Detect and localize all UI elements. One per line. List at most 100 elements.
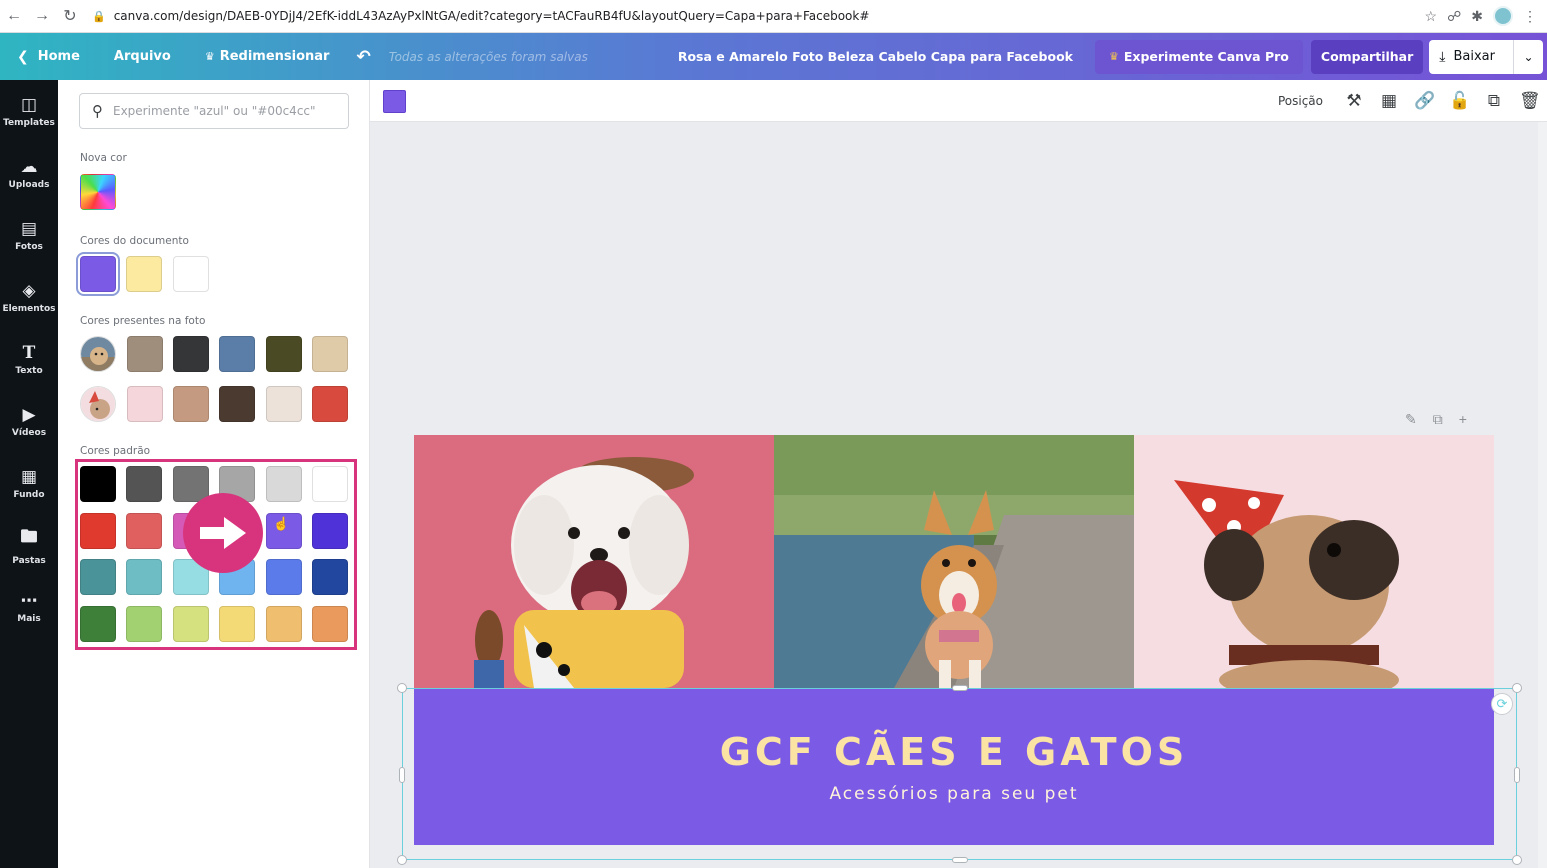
download-icon: ⤓ bbox=[1439, 48, 1446, 65]
document-color-swatch[interactable] bbox=[172, 256, 209, 292]
position-button[interactable]: Posição bbox=[1278, 94, 1323, 108]
home-button[interactable]: ❮ Home bbox=[0, 33, 97, 80]
resize-handle-left[interactable] bbox=[399, 767, 405, 783]
color-search-input[interactable]: ⚲ Experimente "azul" ou "#00c4cc" bbox=[79, 93, 349, 129]
page-tools: ✎ ⧉ + bbox=[1405, 411, 1467, 428]
trash-icon[interactable]: 🗑 bbox=[1519, 91, 1541, 111]
download-options-chevron-icon[interactable]: ⌄ bbox=[1513, 39, 1543, 74]
photo-color-swatch[interactable] bbox=[312, 336, 349, 372]
copy-page-icon[interactable]: ⧉ bbox=[1433, 411, 1443, 428]
star-icon[interactable]: ☆ bbox=[1425, 8, 1438, 25]
extension-icon[interactable]: ☍ bbox=[1447, 8, 1461, 25]
pointer-cursor-icon: ☝ bbox=[273, 516, 290, 531]
nav-templates[interactable]: ◫ Templates bbox=[0, 80, 58, 142]
nav-text[interactable]: T Texto bbox=[0, 328, 58, 390]
fill-color-button[interactable] bbox=[383, 90, 406, 113]
photo-color-swatch[interactable] bbox=[265, 386, 302, 422]
nav-uploads[interactable]: ☁ Uploads bbox=[0, 142, 58, 204]
resize-handle-right[interactable] bbox=[1514, 767, 1520, 783]
folder-icon: 🖿 bbox=[20, 527, 38, 547]
video-icon: ▶ bbox=[22, 404, 36, 425]
profile-avatar[interactable] bbox=[1493, 6, 1513, 26]
browser-menu-icon[interactable]: ⋮ bbox=[1523, 8, 1537, 25]
puzzle-icon[interactable]: ✱ bbox=[1471, 8, 1483, 25]
new-color-button[interactable] bbox=[80, 174, 116, 210]
resize-handle-top-right[interactable] bbox=[1512, 683, 1522, 693]
photo-color-swatch[interactable] bbox=[126, 336, 163, 372]
document-color-swatch[interactable] bbox=[76, 252, 120, 296]
try-pro-label: Experimente Canva Pro bbox=[1123, 49, 1289, 64]
resize-handle-bottom-right[interactable] bbox=[1512, 855, 1522, 865]
nav-label: Texto bbox=[15, 365, 43, 376]
nav-elements[interactable]: ◈ Elementos bbox=[0, 266, 58, 328]
nav-photos[interactable]: ▤ Fotos bbox=[0, 204, 58, 266]
photo-pug[interactable] bbox=[1134, 435, 1494, 688]
browser-toolbar: ← → ↻ 🔒 canva.com/design/DAEB-0YDjJ4/2Ef… bbox=[0, 0, 1547, 33]
photo-thumbnail[interactable] bbox=[80, 336, 116, 372]
nav-label: Mais bbox=[17, 613, 41, 624]
selection-frame: ⟳ bbox=[397, 683, 1522, 865]
nav-label: Pastas bbox=[12, 556, 46, 566]
download-button[interactable]: ⤓ Baixar bbox=[1429, 39, 1513, 74]
back-icon[interactable]: ← bbox=[0, 2, 28, 30]
save-status: Todas as alterações foram salvas bbox=[388, 49, 588, 64]
file-menu[interactable]: Arquivo bbox=[97, 33, 188, 80]
add-page-icon[interactable]: + bbox=[1459, 411, 1467, 428]
color-panel: ⚲ Experimente "azul" ou "#00c4cc" Nova c… bbox=[58, 80, 370, 868]
transparency-icon[interactable]: ▦ bbox=[1379, 91, 1399, 111]
text-icon: T bbox=[22, 342, 36, 363]
duplicate-icon[interactable]: ⧉ bbox=[1484, 91, 1504, 111]
resize-handle-bottom[interactable] bbox=[952, 857, 968, 863]
templates-icon: ◫ bbox=[20, 94, 38, 115]
document-title[interactable]: Rosa e Amarelo Foto Beleza Cabelo Capa p… bbox=[678, 49, 1095, 64]
photo-color-swatch[interactable] bbox=[172, 386, 209, 422]
photo-color-swatch[interactable] bbox=[312, 386, 349, 422]
nav-label: Templates bbox=[3, 117, 55, 128]
nav-label: Fotos bbox=[15, 241, 43, 252]
more-icon: ⋯ bbox=[20, 590, 38, 611]
side-navigation: ◫ Templates ☁ Uploads ▤ Fotos ◈ Elemento… bbox=[0, 80, 58, 868]
nav-background[interactable]: ▦ Fundo bbox=[0, 452, 58, 514]
resize-handle-bottom-left[interactable] bbox=[397, 855, 407, 865]
nav-label: Uploads bbox=[8, 179, 50, 190]
paint-roller-icon[interactable]: ⚒ bbox=[1344, 91, 1364, 111]
lock-icon[interactable]: 🔓 bbox=[1449, 91, 1470, 111]
photo-color-swatch[interactable] bbox=[219, 386, 256, 422]
share-button[interactable]: Compartilhar bbox=[1310, 39, 1424, 74]
resize-handle-top-left[interactable] bbox=[397, 683, 407, 693]
nav-more[interactable]: ⋯ Mais bbox=[0, 576, 58, 638]
canvas-scrollbar[interactable] bbox=[1538, 122, 1547, 868]
try-pro-button[interactable]: ♛ Experimente Canva Pro bbox=[1094, 39, 1303, 74]
photo-color-swatch[interactable] bbox=[126, 386, 163, 422]
note-icon[interactable]: ✎ bbox=[1405, 411, 1417, 428]
nav-videos[interactable]: ▶ Vídeos bbox=[0, 390, 58, 452]
download-label: Baixar bbox=[1453, 49, 1495, 64]
link-icon[interactable]: 🔗 bbox=[1414, 91, 1435, 111]
photo-white-dog[interactable] bbox=[414, 435, 774, 688]
new-color-label: Nova cor bbox=[80, 152, 127, 164]
resize-button[interactable]: ♛ Redimensionar bbox=[188, 33, 347, 80]
search-placeholder: Experimente "azul" ou "#00c4cc" bbox=[113, 104, 316, 118]
elements-icon: ◈ bbox=[22, 280, 36, 301]
editor-canvas: ✎ ⧉ + GCF CÃES E GATOS Acessórios para s… bbox=[370, 122, 1538, 868]
arrow-right-icon bbox=[183, 493, 263, 573]
home-label: Home bbox=[37, 49, 80, 64]
document-colors-label: Cores do documento bbox=[80, 235, 189, 247]
reload-icon[interactable]: ↻ bbox=[56, 2, 84, 30]
photo-color-swatch[interactable] bbox=[172, 336, 209, 372]
photo-color-swatch[interactable] bbox=[265, 336, 302, 372]
undo-icon[interactable]: ↶ bbox=[346, 33, 380, 80]
nav-label: Fundo bbox=[13, 489, 45, 500]
document-color-swatch[interactable] bbox=[126, 256, 163, 292]
address-bar[interactable]: 🔒 canva.com/design/DAEB-0YDjJ4/2EfK-iddL… bbox=[92, 9, 1412, 23]
background-icon: ▦ bbox=[20, 466, 38, 487]
resize-handle-top[interactable] bbox=[952, 685, 968, 691]
forward-icon[interactable]: → bbox=[28, 2, 56, 30]
rotate-icon[interactable]: ⟳ bbox=[1491, 693, 1513, 715]
photo-corgi[interactable] bbox=[774, 435, 1134, 688]
photo-color-swatch[interactable] bbox=[219, 336, 256, 372]
nav-folders[interactable]: 🖿 Pastas bbox=[0, 514, 58, 576]
photos-icon: ▤ bbox=[20, 218, 38, 239]
photo-thumbnail[interactable] bbox=[80, 386, 116, 422]
chevron-left-icon: ❮ bbox=[17, 48, 29, 65]
